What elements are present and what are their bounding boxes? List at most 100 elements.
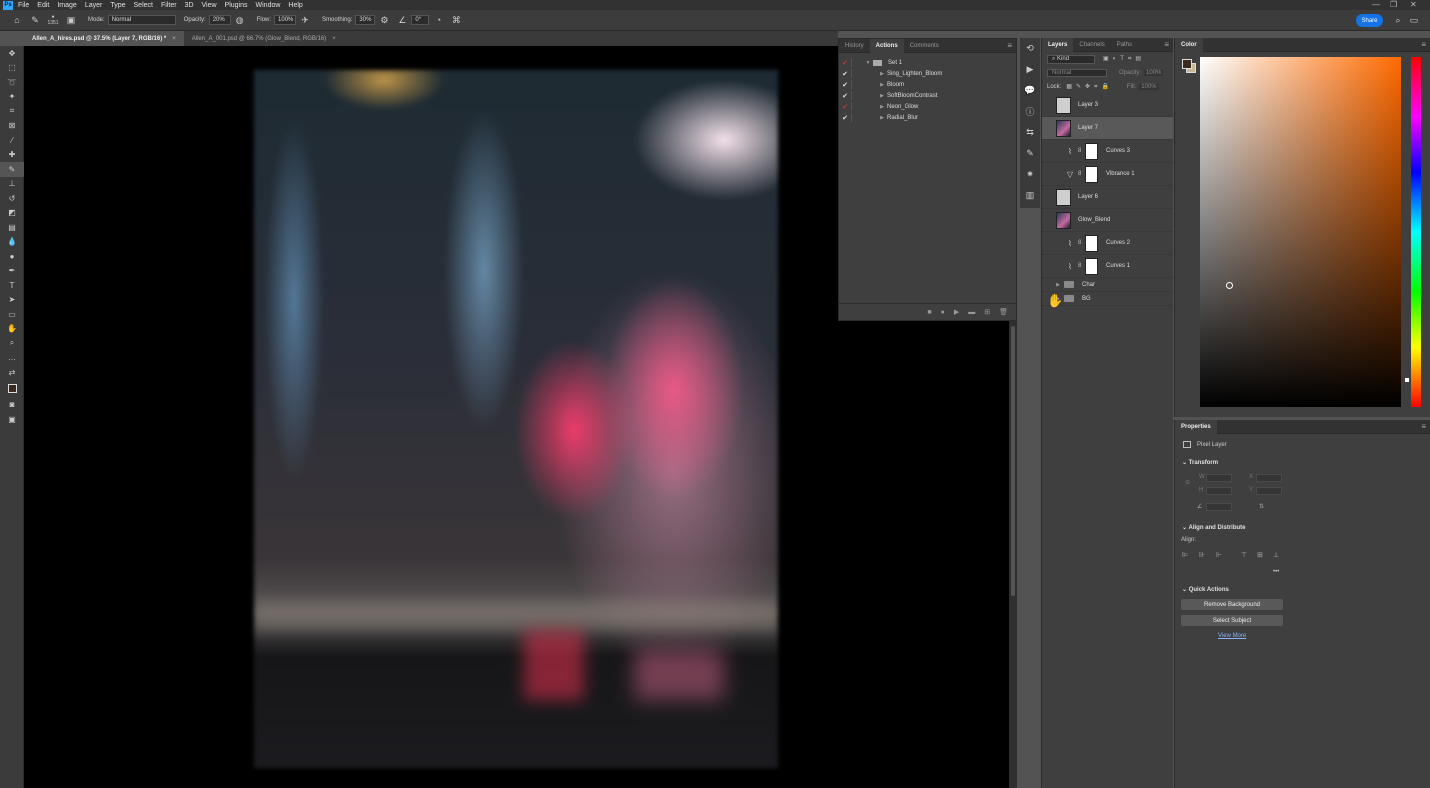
frame-tool-icon[interactable]: ⊠: [0, 119, 24, 134]
layer-row-selected[interactable]: Layer 7: [1042, 117, 1173, 140]
foreground-color-swatch[interactable]: [1182, 59, 1192, 69]
trash-icon[interactable]: 🗑: [999, 308, 1008, 316]
more-options-icon[interactable]: •••: [1273, 569, 1279, 575]
remove-background-button[interactable]: Remove Background: [1181, 599, 1283, 610]
pen-tool-icon[interactable]: ✒: [0, 264, 24, 279]
chevron-right-icon[interactable]: ▶: [1042, 282, 1060, 288]
shape-tool-icon[interactable]: ▭: [0, 307, 24, 322]
tab-comments[interactable]: Comments: [904, 39, 945, 53]
action-check-icon[interactable]: ✔: [839, 114, 851, 122]
layer-mask[interactable]: [1085, 257, 1098, 275]
align-top-icon[interactable]: ⊤: [1241, 551, 1247, 559]
color-picker-cursor[interactable]: [1226, 282, 1233, 289]
menu-edit[interactable]: Edit: [37, 2, 49, 9]
tab-paths[interactable]: Paths: [1111, 38, 1138, 52]
smoothing-settings-icon[interactable]: ⚙: [378, 14, 390, 26]
panel-menu-icon[interactable]: ≡: [1164, 40, 1169, 49]
action-set-row[interactable]: ✔ ▼ Set 1: [839, 57, 1016, 68]
tab-history[interactable]: History: [839, 39, 870, 53]
hue-slider-marker[interactable]: [1405, 378, 1409, 382]
kind-filter-select[interactable]: ⌕ Kind: [1047, 54, 1095, 64]
action-check-icon[interactable]: ✔: [839, 103, 851, 111]
dialog-toggle[interactable]: [851, 58, 863, 67]
dialog-toggle[interactable]: [851, 69, 863, 78]
timeline-icon[interactable]: ▥: [1020, 185, 1040, 206]
lock-icons[interactable]: ▦✎✥⌗🔒: [1066, 83, 1113, 91]
new-set-icon[interactable]: ▬: [968, 309, 975, 316]
dialog-toggle[interactable]: [851, 91, 863, 100]
action-check-icon[interactable]: ✔: [839, 70, 851, 78]
new-action-icon[interactable]: ⊞: [984, 308, 990, 316]
foreground-color-swatch[interactable]: [7, 384, 17, 393]
dodge-tool-icon[interactable]: ●: [0, 249, 24, 264]
comments-icon[interactable]: 💬: [1020, 80, 1040, 101]
align-right-icon[interactable]: ⊩: [1216, 551, 1222, 559]
width-field[interactable]: [1206, 474, 1232, 482]
angle-field[interactable]: [1206, 503, 1232, 511]
tab-properties[interactable]: Properties: [1175, 419, 1217, 434]
menu-image[interactable]: Image: [57, 2, 76, 9]
tab-actions[interactable]: Actions: [869, 38, 904, 53]
flow-field[interactable]: 100%: [274, 15, 297, 25]
dialog-toggle[interactable]: [851, 102, 863, 111]
brush-tool-icon[interactable]: ✎: [0, 162, 24, 177]
layer-mask[interactable]: [1085, 142, 1098, 160]
action-row[interactable]: ✔ ▶ Bloom: [839, 79, 1016, 90]
layer-row[interactable]: ⌇ 8 Curves 3: [1042, 140, 1173, 163]
transform-section-header[interactable]: ⌄ Transform: [1175, 459, 1218, 466]
action-check-icon[interactable]: ✔: [839, 81, 851, 89]
healing-brush-tool-icon[interactable]: ✚: [0, 148, 24, 163]
layer-row[interactable]: ⌇ 8 Curves 1: [1042, 255, 1173, 278]
clone-stamp-tool-icon[interactable]: ⊥: [0, 177, 24, 192]
menu-file[interactable]: File: [18, 2, 29, 9]
align-center-h-icon[interactable]: ⊪: [1199, 551, 1205, 559]
quick-select-tool-icon[interactable]: ✦: [0, 90, 24, 105]
action-row[interactable]: ✔ ▶ Sing_Lighten_Bloom: [839, 68, 1016, 79]
type-tool-icon[interactable]: T: [0, 278, 24, 293]
marquee-tool-icon[interactable]: ⬚: [0, 61, 24, 76]
blend-mode-select[interactable]: Normal: [1047, 69, 1107, 77]
action-row[interactable]: ✔ ▶ SoftBloomContrast: [839, 90, 1016, 101]
x-field[interactable]: [1256, 474, 1282, 482]
align-left-icon[interactable]: ⊫: [1182, 551, 1188, 559]
view-more-link[interactable]: View More: [1218, 633, 1246, 639]
group-row[interactable]: ▶ Char: [1042, 278, 1173, 292]
history-icon[interactable]: ⟲: [1020, 38, 1040, 59]
libraries-icon[interactable]: ✷: [1020, 164, 1040, 185]
layer-mask[interactable]: [1085, 234, 1098, 252]
screen-mode-icon[interactable]: ▣: [0, 412, 24, 427]
crop-tool-icon[interactable]: ⌗: [0, 104, 24, 119]
gradient-tool-icon[interactable]: ▤: [0, 220, 24, 235]
more-tools-icon[interactable]: …: [0, 351, 24, 366]
action-row[interactable]: ✔ ▶ Neon_Glow: [839, 101, 1016, 112]
set-check-icon[interactable]: ✔: [839, 59, 851, 67]
close-window-button[interactable]: ✕: [1410, 0, 1417, 9]
brush-settings-icon[interactable]: ▣: [65, 14, 77, 26]
adjustments-icon[interactable]: ⇆: [1020, 122, 1040, 143]
stop-icon[interactable]: ■: [927, 309, 931, 316]
color-swatches[interactable]: [0, 380, 24, 398]
lasso-tool-icon[interactable]: ➰: [0, 75, 24, 90]
share-button[interactable]: Share: [1356, 14, 1383, 27]
align-section-header[interactable]: ⌄ Align and Distribute: [1175, 524, 1245, 531]
canvas-image[interactable]: [254, 70, 778, 768]
chevron-down-icon[interactable]: ▼: [863, 60, 873, 66]
hue-slider[interactable]: [1411, 57, 1421, 407]
action-check-icon[interactable]: ✔: [839, 92, 851, 100]
eyedropper-tool-icon[interactable]: ⁄: [0, 133, 24, 148]
blur-tool-icon[interactable]: 💧: [0, 235, 24, 250]
panel-menu-icon[interactable]: ≡: [1421, 422, 1426, 431]
layer-mask[interactable]: [1085, 165, 1098, 183]
path-select-tool-icon[interactable]: ➤: [0, 293, 24, 308]
menu-3d[interactable]: 3D: [185, 2, 194, 9]
tab-allen-hires[interactable]: Allen_A_hires.psd @ 37.5% (Layer 7, RGB/…: [24, 31, 184, 46]
brush-tool-icon[interactable]: ✎: [29, 14, 41, 26]
align-middle-v-icon[interactable]: ⊞: [1257, 551, 1263, 559]
quick-mask-icon[interactable]: ◙: [0, 398, 24, 413]
quick-actions-section-header[interactable]: ⌄ Quick Actions: [1175, 586, 1229, 593]
menu-type[interactable]: Type: [110, 2, 125, 9]
move-tool-icon[interactable]: ✥: [0, 46, 24, 61]
minimize-button[interactable]: —: [1372, 0, 1380, 9]
pressure-size-icon[interactable]: ◔: [432, 14, 444, 26]
panel-menu-icon[interactable]: ≡: [1007, 41, 1012, 50]
